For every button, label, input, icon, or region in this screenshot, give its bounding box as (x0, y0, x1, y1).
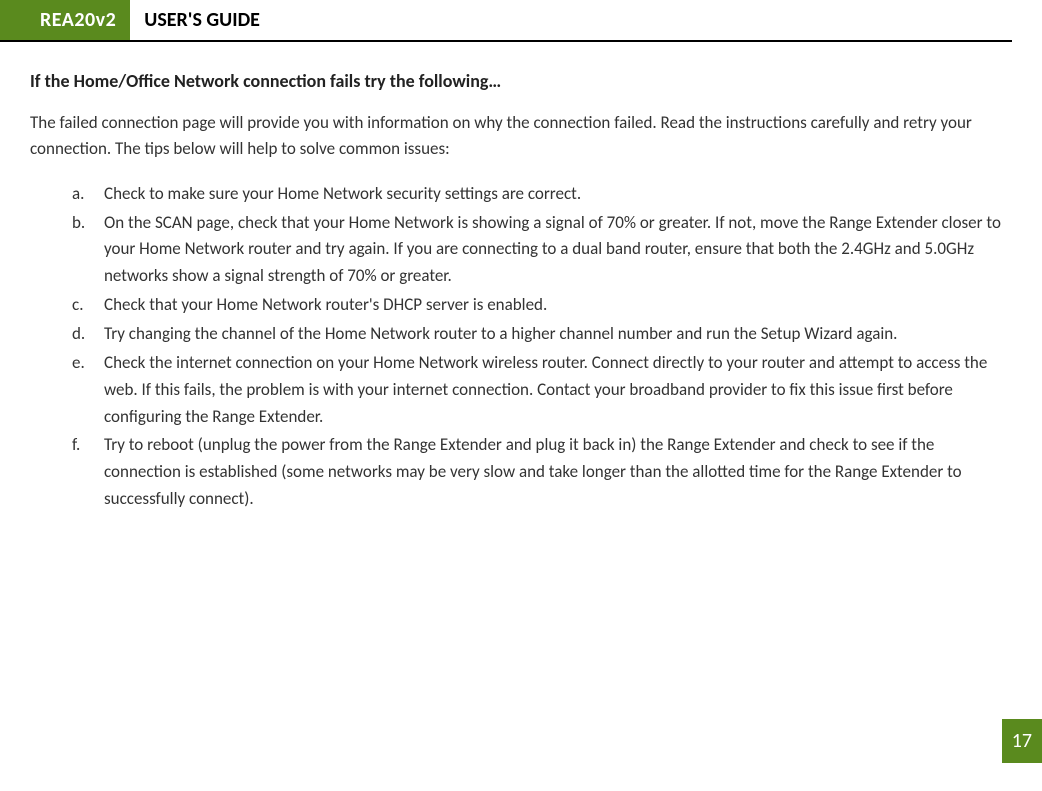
intro-paragraph: The failed connection page will provide … (30, 110, 1012, 163)
list-item: f. Try to reboot (unplug the power from … (72, 432, 1012, 513)
header-spacer (0, 0, 30, 40)
list-text: Check the internet connection on your Ho… (104, 352, 987, 427)
section-heading: If the Home/Office Network connection fa… (30, 70, 1012, 92)
page-number: 17 (1002, 719, 1042, 763)
tips-list: a. Check to make sure your Home Network … (30, 181, 1012, 513)
list-marker: c. (72, 292, 83, 319)
list-marker: a. (72, 181, 84, 208)
list-item: a. Check to make sure your Home Network … (72, 181, 1012, 208)
list-text: Check to make sure your Home Network sec… (104, 183, 581, 204)
page-content: If the Home/Office Network connection fa… (0, 42, 1042, 513)
list-marker: b. (72, 210, 85, 237)
product-badge: REA20v2 (30, 0, 130, 40)
list-marker: e. (72, 350, 85, 377)
list-text: Try to reboot (unplug the power from the… (104, 434, 962, 509)
list-item: d. Try changing the channel of the Home … (72, 321, 1012, 348)
list-item: b. On the SCAN page, check that your Hom… (72, 210, 1012, 291)
list-marker: f. (72, 432, 80, 459)
list-text: On the SCAN page, check that your Home N… (104, 212, 1001, 287)
list-item: c. Check that your Home Network router's… (72, 292, 1012, 319)
guide-title: USER'S GUIDE (130, 0, 274, 40)
list-marker: d. (72, 321, 85, 348)
list-item: e. Check the internet connection on your… (72, 350, 1012, 431)
list-text: Try changing the channel of the Home Net… (104, 323, 897, 344)
list-text: Check that your Home Network router's DH… (104, 294, 547, 315)
page-header: REA20v2 USER'S GUIDE (0, 0, 1012, 42)
